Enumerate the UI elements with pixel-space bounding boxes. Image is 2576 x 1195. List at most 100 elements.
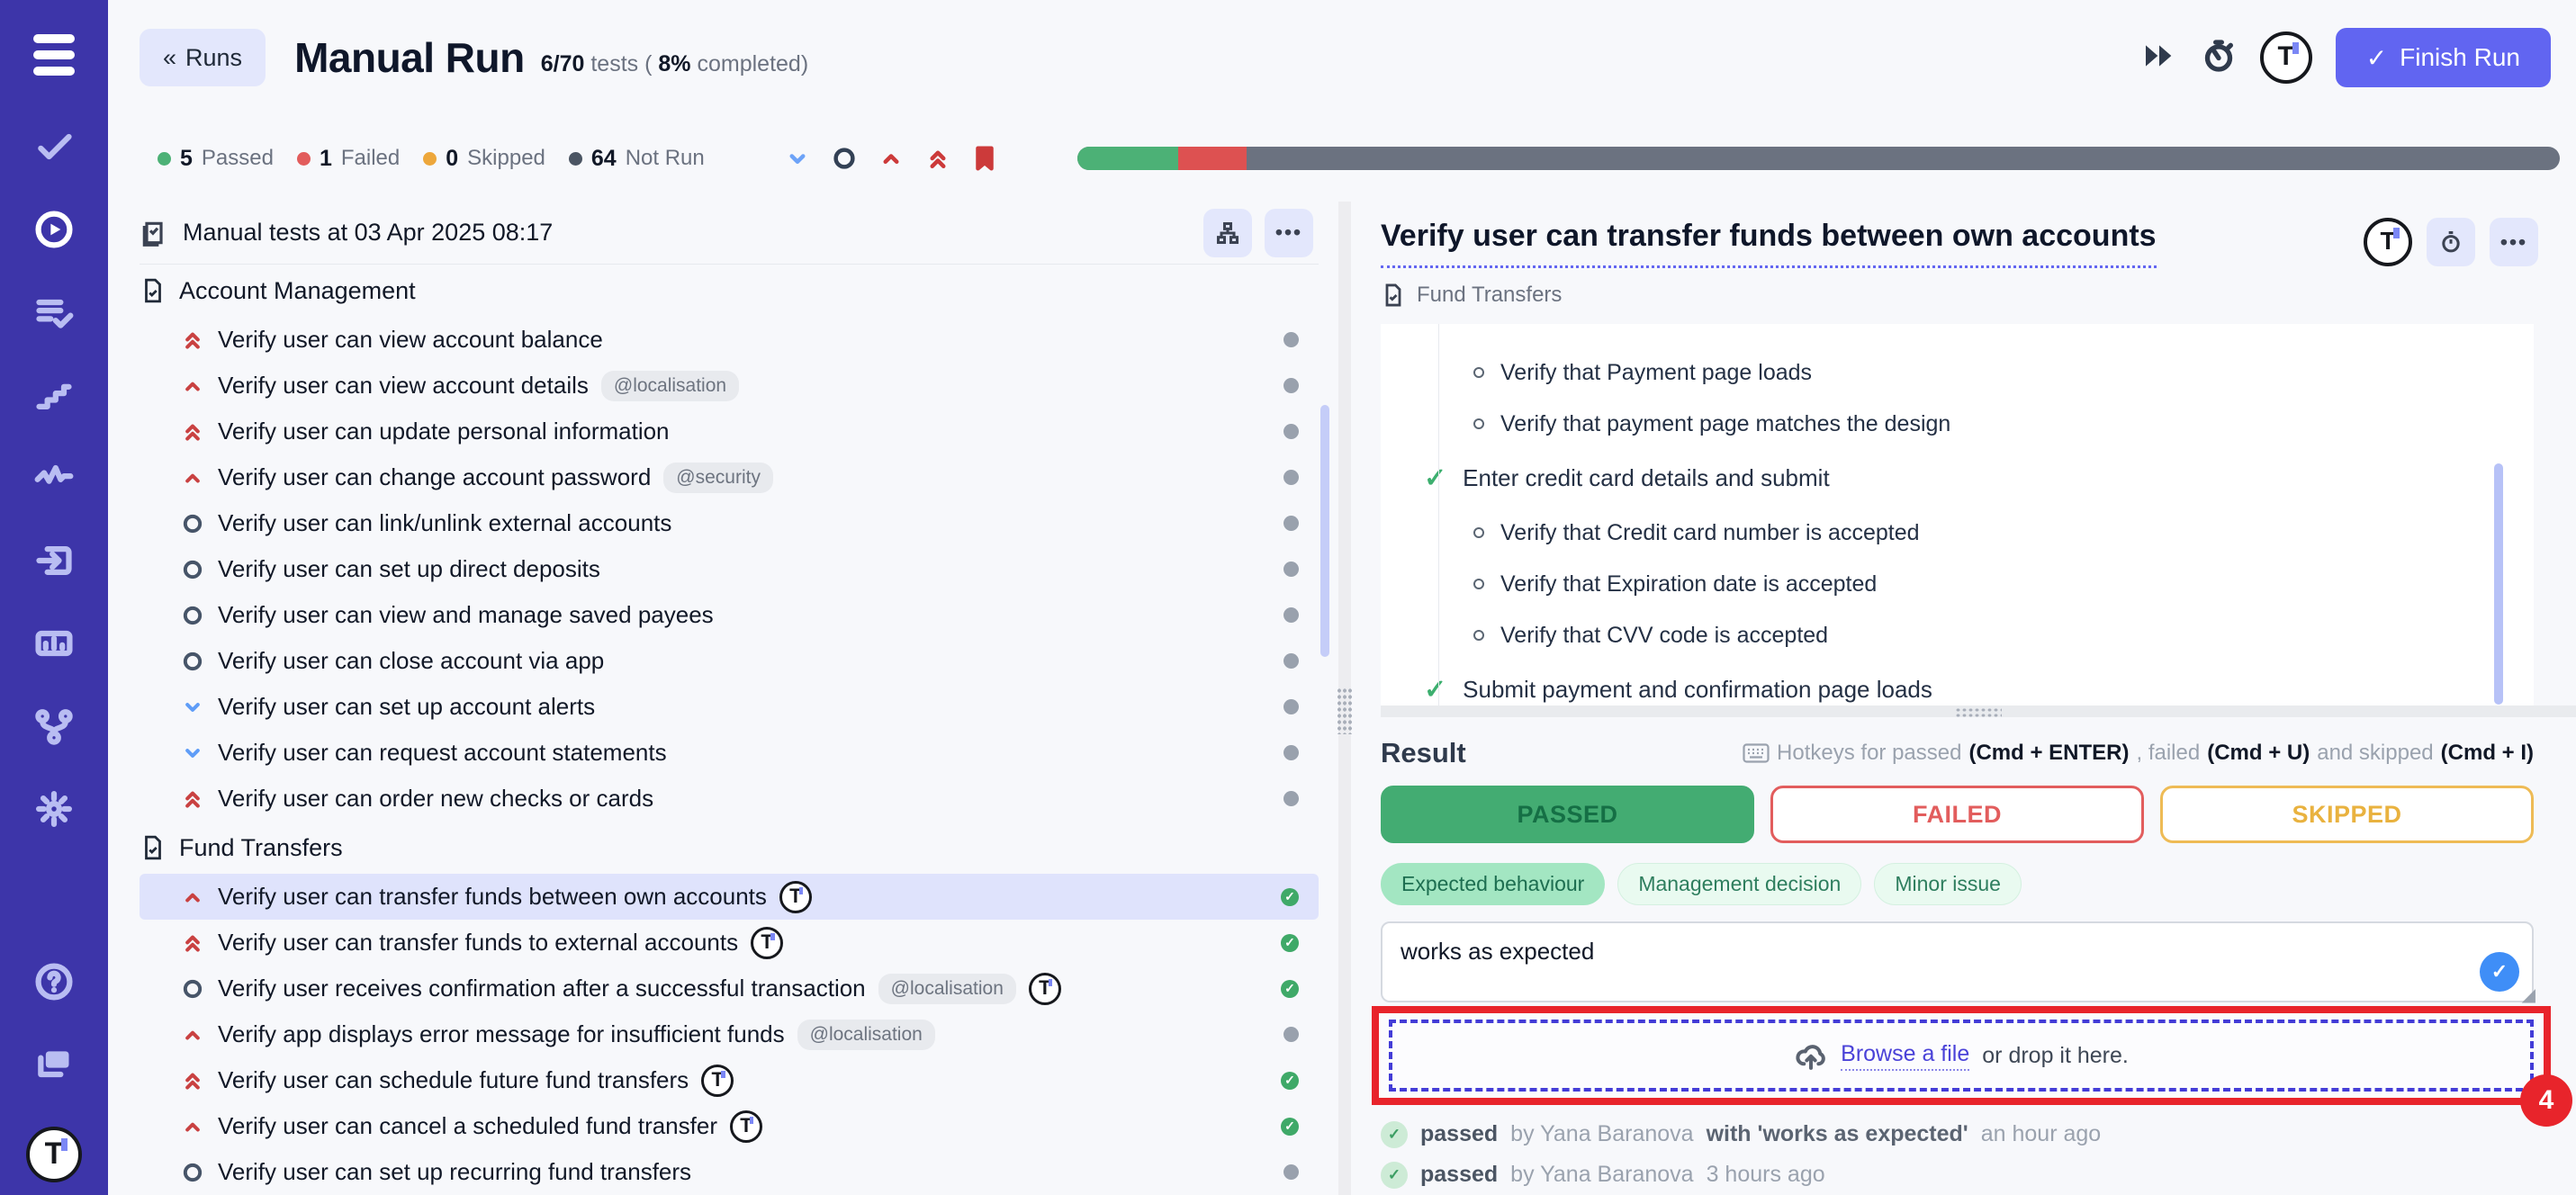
test-row[interactable]: Verify user can view and manage saved pa… xyxy=(140,592,1319,638)
status-notrun-icon xyxy=(1283,699,1299,714)
browse-file-link[interactable]: Browse a file xyxy=(1841,1041,1969,1071)
testomat-logo[interactable] xyxy=(26,1127,82,1182)
divider-drag-handle[interactable] xyxy=(1955,707,2002,717)
quick-tags: Expected behaviour Management decision M… xyxy=(1381,863,2576,905)
run-progress-summary: 6/70 tests ( 8% completed) xyxy=(541,51,808,77)
bookmark-filter-icon[interactable] xyxy=(971,145,998,172)
run-list-icon[interactable] xyxy=(33,292,75,333)
automated-test-icon[interactable] xyxy=(2364,218,2412,266)
test-substep[interactable]: Verify that Payment page loads xyxy=(1381,347,2534,399)
keyboard-icon xyxy=(1743,743,1770,763)
steps-scrollbar[interactable] xyxy=(2494,463,2503,705)
test-row[interactable]: Verify user can update personal informat… xyxy=(140,409,1319,454)
priority-highest-filter-icon[interactable] xyxy=(924,145,951,172)
finish-run-button[interactable]: ✓ Finish Run xyxy=(2336,28,2551,87)
stopwatch-icon[interactable] xyxy=(2201,38,2237,78)
priority-high-filter-icon[interactable] xyxy=(878,145,905,172)
passed-button[interactable]: PASSED xyxy=(1381,786,1754,843)
failed-button[interactable]: FAILED xyxy=(1770,786,2144,843)
upload-cloud-icon xyxy=(1794,1040,1828,1071)
timer-button[interactable] xyxy=(2427,218,2475,266)
test-row-title: Verify user can schedule future fund tra… xyxy=(218,1066,689,1094)
panel-splitter[interactable] xyxy=(1319,202,1370,1195)
page-title: Manual Run xyxy=(294,33,525,82)
report-icon[interactable] xyxy=(33,623,75,664)
priority-low-icon xyxy=(180,741,205,766)
list-more-button[interactable]: ••• xyxy=(1265,209,1313,257)
test-row[interactable]: Verify user receives confirmation after … xyxy=(140,966,1319,1011)
quick-tag[interactable]: Minor issue xyxy=(1874,863,2022,905)
stat-passed[interactable]: 5 Passed xyxy=(158,146,274,172)
test-row[interactable]: Verify user can close account via app xyxy=(140,638,1319,684)
test-substep[interactable]: Verify that Credit card number is accept… xyxy=(1381,508,2534,559)
steps-icon[interactable] xyxy=(33,374,75,416)
test-row[interactable]: Verify user can request account statemen… xyxy=(140,730,1319,776)
play-circle-icon[interactable] xyxy=(33,209,75,250)
suite-header[interactable]: Account Management xyxy=(140,265,1319,317)
stat-skipped[interactable]: 0 Skipped xyxy=(423,146,545,172)
test-row[interactable]: Verify user can set up direct deposits xyxy=(140,546,1319,592)
history-entry: ✓ passed by Yana Baranova with 'works as… xyxy=(1381,1114,2576,1155)
status-notrun-icon xyxy=(1283,424,1299,439)
splitter-drag-handle[interactable] xyxy=(1337,687,1353,734)
tests-list-scrollbar[interactable] xyxy=(1320,405,1329,657)
status-passed-icon: ✓ xyxy=(1281,888,1299,906)
suite-header[interactable]: Fund Transfers xyxy=(140,822,1319,874)
status-notrun-icon xyxy=(1283,745,1299,760)
test-row[interactable]: Verify user can set up account alerts xyxy=(140,684,1319,730)
test-row[interactable]: Verify user can transfer funds to extern… xyxy=(140,920,1319,966)
test-row[interactable]: Verify user can view account details @lo… xyxy=(140,363,1319,409)
file-dropzone[interactable]: Browse a file or drop it here. xyxy=(1389,1020,2534,1092)
user-avatar[interactable] xyxy=(2260,31,2312,84)
comment-input[interactable]: works as expected xyxy=(1381,921,2534,1002)
projects-icon[interactable] xyxy=(33,1044,75,1085)
resize-handle-icon[interactable]: ◢ xyxy=(2522,984,2535,1006)
status-passed-icon: ✓ xyxy=(1281,980,1299,998)
test-substep[interactable]: Verify that CVV code is accepted xyxy=(1381,610,2534,661)
group-by-suite-button[interactable] xyxy=(1203,209,1252,257)
test-row[interactable]: Verify user can order new checks or card… xyxy=(140,776,1319,822)
priority-highest-icon xyxy=(180,786,205,812)
test-step[interactable]: ✓ Submit payment and confirmation page l… xyxy=(1381,661,2534,706)
test-row[interactable]: Verify user can transfer funds between o… xyxy=(140,874,1319,920)
branch-icon[interactable] xyxy=(33,705,75,747)
steps-result-divider[interactable] xyxy=(1381,705,2576,717)
test-row[interactable]: Verify user can cancel a scheduled fund … xyxy=(140,1103,1319,1149)
status-notrun-icon xyxy=(1283,653,1299,669)
fast-forward-icon[interactable] xyxy=(2141,38,2177,78)
progress-passed-segment xyxy=(1077,147,1178,170)
test-row[interactable]: Verify user can set up recurring fund tr… xyxy=(140,1149,1319,1195)
test-step[interactable]: ✓ Enter credit card details and submit xyxy=(1381,450,2534,508)
check-icon[interactable] xyxy=(33,126,75,167)
test-substep[interactable]: Verify that payment page matches the des… xyxy=(1381,399,2534,450)
tests-count: 6/70 xyxy=(541,51,585,76)
test-row[interactable]: Verify app displays error message for in… xyxy=(140,1011,1319,1057)
annotation-badge: 4 xyxy=(2520,1074,2572,1127)
passed-dot xyxy=(158,152,171,166)
menu-icon[interactable] xyxy=(33,34,75,76)
test-row[interactable]: Verify user can link/unlink external acc… xyxy=(140,500,1319,546)
test-row[interactable]: Verify user can view account balance xyxy=(140,317,1319,363)
test-substep[interactable]: Verify that Expiration date is accepted xyxy=(1381,559,2534,610)
quick-tag[interactable]: Management decision xyxy=(1617,863,1861,905)
priority-low-filter-icon[interactable] xyxy=(784,145,811,172)
stat-notrun[interactable]: 64 Not Run xyxy=(569,146,705,172)
priority-normal-filter-icon[interactable] xyxy=(831,145,858,172)
test-row[interactable]: Verify user can schedule future fund tra… xyxy=(140,1057,1319,1103)
settings-icon[interactable] xyxy=(33,788,75,830)
help-icon[interactable] xyxy=(33,961,75,1002)
import-icon[interactable] xyxy=(33,540,75,581)
step-passed-icon: ✓ xyxy=(1424,674,1446,705)
back-to-runs-button[interactable]: « Runs xyxy=(140,29,266,86)
detail-more-button[interactable]: ••• xyxy=(2490,218,2538,266)
progress-failed-segment xyxy=(1178,147,1247,170)
stat-failed[interactable]: 1 Failed xyxy=(297,146,400,172)
test-title[interactable]: Verify user can transfer funds between o… xyxy=(1381,218,2157,268)
skipped-button[interactable]: SKIPPED xyxy=(2160,786,2534,843)
submit-comment-button[interactable]: ✓ xyxy=(2480,952,2519,992)
activity-icon[interactable] xyxy=(33,457,75,499)
breadcrumb[interactable]: Fund Transfers xyxy=(1381,283,2576,308)
comment-box-wrap: works as expected ✓ ◢ xyxy=(1381,921,2534,1002)
quick-tag[interactable]: Expected behaviour xyxy=(1381,863,1605,905)
test-row[interactable]: Verify user can change account password … xyxy=(140,454,1319,500)
